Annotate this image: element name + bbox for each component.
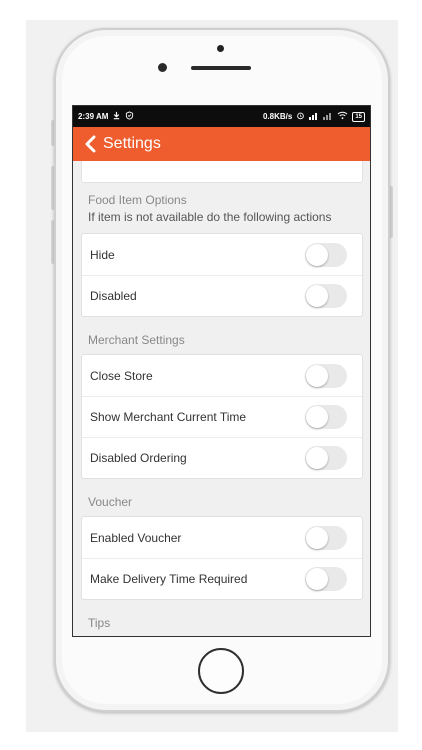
section-label-merchant-settings: Merchant Settings: [88, 333, 185, 347]
signal-icon: [309, 111, 319, 122]
section-subtitle-food-item-options: If item is not available do the followin…: [88, 210, 332, 224]
setting-row-close-store[interactable]: Close Store: [82, 355, 362, 396]
phone-screen: 2:39 AM 0.8KB/s 15 Settings Food Item Op…: [72, 105, 371, 637]
setting-label: Show Merchant Current Time: [90, 410, 247, 424]
chevron-left-icon[interactable]: [83, 135, 97, 153]
wifi-icon: [337, 111, 348, 122]
food-item-options-card: Hide Disabled: [81, 233, 363, 317]
merchant-settings-card: Close Store Show Merchant Current Time D…: [81, 354, 363, 479]
disabled-toggle[interactable]: [305, 284, 347, 308]
setting-label: Hide: [90, 247, 115, 262]
proximity-sensor: [217, 45, 224, 52]
earpiece-speaker: [191, 66, 251, 70]
make-delivery-time-required-toggle[interactable]: [305, 567, 347, 591]
settings-list[interactable]: Food Item Options If item is not availab…: [73, 161, 370, 636]
setting-row-disabled[interactable]: Disabled: [82, 275, 362, 316]
enabled-voucher-toggle[interactable]: [305, 525, 347, 550]
setting-label: Enabled Voucher: [90, 530, 182, 545]
section-label-food-item-options: Food Item Options: [88, 193, 187, 207]
alarm-icon: [296, 111, 305, 122]
close-store-toggle[interactable]: [305, 363, 347, 388]
setting-row-hide[interactable]: Hide: [82, 234, 362, 275]
setting-row-enabled-voucher[interactable]: Enabled Voucher: [82, 517, 362, 558]
app-bar: Settings: [73, 127, 370, 161]
show-merchant-current-time-toggle[interactable]: [305, 405, 347, 429]
signal-secondary-icon: [323, 111, 333, 122]
setting-label: Disabled: [90, 289, 137, 303]
front-camera: [158, 63, 167, 72]
disabled-ordering-toggle[interactable]: [305, 446, 347, 470]
section-label-tips: Tips: [88, 616, 111, 630]
status-bar: 2:39 AM 0.8KB/s 15: [73, 106, 370, 127]
setting-row-disabled-ordering[interactable]: Disabled Ordering: [82, 437, 362, 478]
network-speed: 0.8KB/s: [262, 112, 293, 121]
status-time: 2:39 AM: [78, 112, 109, 121]
shield-check-icon: [125, 111, 134, 122]
page-title: Settings: [103, 135, 161, 152]
setting-row-make-delivery-time-required[interactable]: Make Delivery Time Required: [82, 558, 362, 599]
section-label-voucher: Voucher: [88, 495, 133, 509]
download-icon: [112, 111, 121, 122]
previous-settings-card: [81, 161, 363, 183]
setting-row-show-merchant-current-time[interactable]: Show Merchant Current Time: [82, 396, 362, 437]
home-button[interactable]: [198, 648, 244, 694]
setting-label: Make Delivery Time Required: [90, 572, 248, 586]
setting-label: Disabled Ordering: [90, 451, 187, 465]
setting-label: Close Store: [90, 368, 153, 383]
battery-icon: 15: [352, 111, 365, 122]
voucher-card: Enabled Voucher Make Delivery Time Requi…: [81, 516, 363, 600]
hide-toggle[interactable]: [305, 242, 347, 267]
